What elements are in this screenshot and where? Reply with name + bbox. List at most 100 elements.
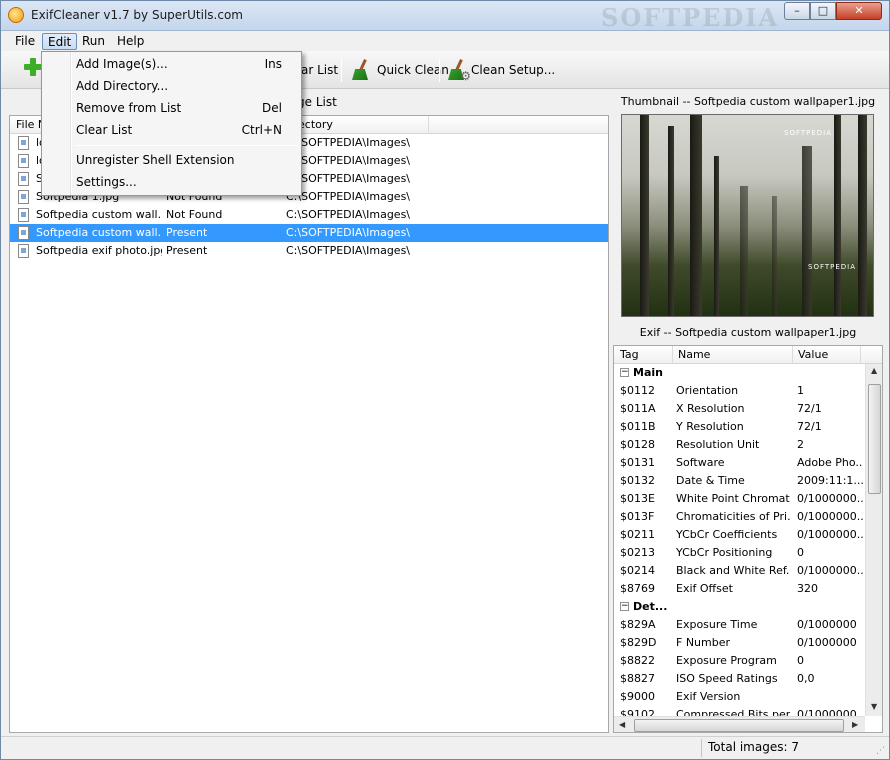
column-name[interactable]: Name xyxy=(678,348,710,361)
edit-menu-dropdown: Add Image(s)... Ins Add Directory... Rem… xyxy=(41,51,302,196)
exif-tag: $0131 xyxy=(620,456,655,469)
exif-row[interactable]: $8827 ISO Speed Ratings 0,0 xyxy=(614,670,864,688)
exif-row[interactable]: $013F Chromaticities of Pri... 0/1000000..… xyxy=(614,508,864,526)
menu-add-images[interactable]: Add Image(s)... Ins xyxy=(44,53,299,75)
row-file-name: Softpedia custom wall... xyxy=(36,208,162,221)
maximize-button[interactable]: □ xyxy=(810,2,836,20)
exif-value: 0 xyxy=(797,546,804,559)
scroll-down-icon[interactable]: ▼ xyxy=(871,702,877,711)
exif-row[interactable]: $829A Exposure Time 0/1000000 xyxy=(614,616,864,634)
menu-item-shortcut: Del xyxy=(262,101,282,115)
menu-add-directory[interactable]: Add Directory... xyxy=(44,75,299,97)
image-file-icon xyxy=(18,244,29,258)
group-label: Det... xyxy=(633,600,668,613)
list-row-selected[interactable]: Softpedia custom wall... Present C:\SOFT… xyxy=(10,224,608,242)
scrollbar-thumb[interactable] xyxy=(634,719,844,732)
menu-run[interactable]: Run xyxy=(77,33,110,50)
exif-row[interactable]: $011A X Resolution 72/1 xyxy=(614,400,864,418)
exif-name: X Resolution xyxy=(676,402,745,415)
menu-edit[interactable]: Edit xyxy=(42,33,78,50)
total-images-count: Total images: 7 xyxy=(701,739,871,757)
collapse-icon[interactable]: − xyxy=(620,368,629,377)
exif-horizontal-scrollbar[interactable]: ◀ ▶ xyxy=(614,716,865,732)
image-file-icon xyxy=(18,208,29,222)
menu-remove-from-list[interactable]: Remove from List Del xyxy=(44,97,299,119)
exif-row[interactable]: $8769 Exif Offset 320 xyxy=(614,580,864,598)
clear-list-button[interactable]: ar List xyxy=(301,56,338,84)
exif-value: 2009:11:1... xyxy=(797,474,863,487)
exif-row[interactable]: $011B Y Resolution 72/1 xyxy=(614,418,864,436)
exif-row[interactable]: $0211 YCbCr Coefficients 0/1000000... xyxy=(614,526,864,544)
exif-table[interactable]: Tag Name Value − Main $0112 Orientation 1 … xyxy=(613,345,883,733)
exif-row[interactable]: $013E White Point Chromati... 0/1000000... xyxy=(614,490,864,508)
row-directory: C:\SOFTPEDIA\Images\ xyxy=(286,226,411,239)
thumbnail-logo-top: SOFTPEDIA xyxy=(784,129,833,137)
image-list[interactable]: File N ectory lo C:\SOFTPEDIA\Images\ lo… xyxy=(9,115,609,733)
menu-unregister-shell-extension[interactable]: Unregister Shell Extension xyxy=(44,149,299,171)
status-bar: Total images: 7 ⋰ xyxy=(1,736,889,759)
exif-group-details[interactable]: − Det... xyxy=(614,598,864,616)
close-button[interactable]: ✕ xyxy=(836,2,882,20)
scroll-left-icon[interactable]: ◀ xyxy=(619,720,625,729)
exif-row[interactable]: $0214 Black and White Ref... 0/1000000... xyxy=(614,562,864,580)
exif-row[interactable]: $829D F Number 0/1000000 xyxy=(614,634,864,652)
minimize-button[interactable]: – xyxy=(784,2,810,20)
exif-row[interactable]: $0213 YCbCr Positioning 0 xyxy=(614,544,864,562)
scrollbar-thumb[interactable] xyxy=(868,384,881,494)
row-exif-status: Present xyxy=(166,244,208,257)
exif-tag: $0112 xyxy=(620,384,655,397)
exif-header: Tag Name Value xyxy=(614,346,882,364)
list-row[interactable]: Softpedia custom wall... Not Found C:\SO… xyxy=(10,206,608,224)
exif-tag: $0128 xyxy=(620,438,655,451)
list-row[interactable]: Softpedia exif photo.jpg Present C:\SOFT… xyxy=(10,242,608,260)
resize-grip-icon[interactable]: ⋰ xyxy=(876,746,885,756)
scroll-up-icon[interactable]: ▲ xyxy=(871,366,877,375)
exif-row[interactable]: $0132 Date & Time 2009:11:1... xyxy=(614,472,864,490)
image-list-title: ge List xyxy=(297,95,337,109)
menu-item-label: Unregister Shell Extension xyxy=(76,153,235,167)
exif-value: Adobe Pho... xyxy=(797,456,863,469)
thumbnail-image: SOFTPEDIA SOFTPEDIA xyxy=(621,114,874,317)
exif-tag: $0132 xyxy=(620,474,655,487)
image-file-icon xyxy=(18,136,29,150)
image-file-icon xyxy=(18,154,29,168)
exif-name: YCbCr Coefficients xyxy=(676,528,778,541)
image-file-icon xyxy=(18,190,29,204)
collapse-icon[interactable]: − xyxy=(620,602,629,611)
exif-row[interactable]: $9000 Exif Version xyxy=(614,688,864,706)
row-directory: C:\SOFTPEDIA\Images\ xyxy=(286,190,411,203)
exif-tag: $013F xyxy=(620,510,655,523)
menu-clear-list[interactable]: Clear List Ctrl+N xyxy=(44,119,299,141)
exif-tag: $0214 xyxy=(620,564,655,577)
menu-separator xyxy=(74,145,298,146)
column-directory[interactable]: ectory xyxy=(298,118,333,131)
exif-name: Exif Version xyxy=(676,690,741,703)
exif-vertical-scrollbar[interactable]: ▲ ▼ xyxy=(865,364,882,716)
exif-row[interactable]: $0131 Software Adobe Pho... xyxy=(614,454,864,472)
exif-group-main[interactable]: − Main xyxy=(614,364,864,382)
column-divider xyxy=(792,346,793,364)
exif-name: Software xyxy=(676,456,725,469)
scroll-right-icon[interactable]: ▶ xyxy=(852,720,858,729)
clean-setup-button[interactable]: ⚙ Clean Setup... xyxy=(447,56,555,84)
quick-clean-button[interactable]: Quick Clean xyxy=(351,56,449,84)
row-directory: C:\SOFTPEDIA\Images\ xyxy=(286,154,411,167)
menu-file[interactable]: File xyxy=(10,33,40,50)
exif-tag: $0213 xyxy=(620,546,655,559)
menu-help[interactable]: Help xyxy=(112,33,149,50)
exif-value: 1 xyxy=(797,384,804,397)
column-tag[interactable]: Tag xyxy=(620,348,639,361)
add-icon[interactable] xyxy=(23,57,43,77)
exif-value: 72/1 xyxy=(797,402,822,415)
exif-name: Resolution Unit xyxy=(676,438,760,451)
exif-tag: $011B xyxy=(620,420,656,433)
column-value[interactable]: Value xyxy=(798,348,828,361)
exif-value: 72/1 xyxy=(797,420,822,433)
exif-row[interactable]: $0128 Resolution Unit 2 xyxy=(614,436,864,454)
exif-name: Exposure Program xyxy=(676,654,777,667)
exif-row[interactable]: $0112 Orientation 1 xyxy=(614,382,864,400)
menu-item-label: Remove from List xyxy=(76,101,182,115)
exif-row[interactable]: $8822 Exposure Program 0 xyxy=(614,652,864,670)
menu-settings[interactable]: Settings... xyxy=(44,171,299,193)
exif-name: Exif Offset xyxy=(676,582,733,595)
